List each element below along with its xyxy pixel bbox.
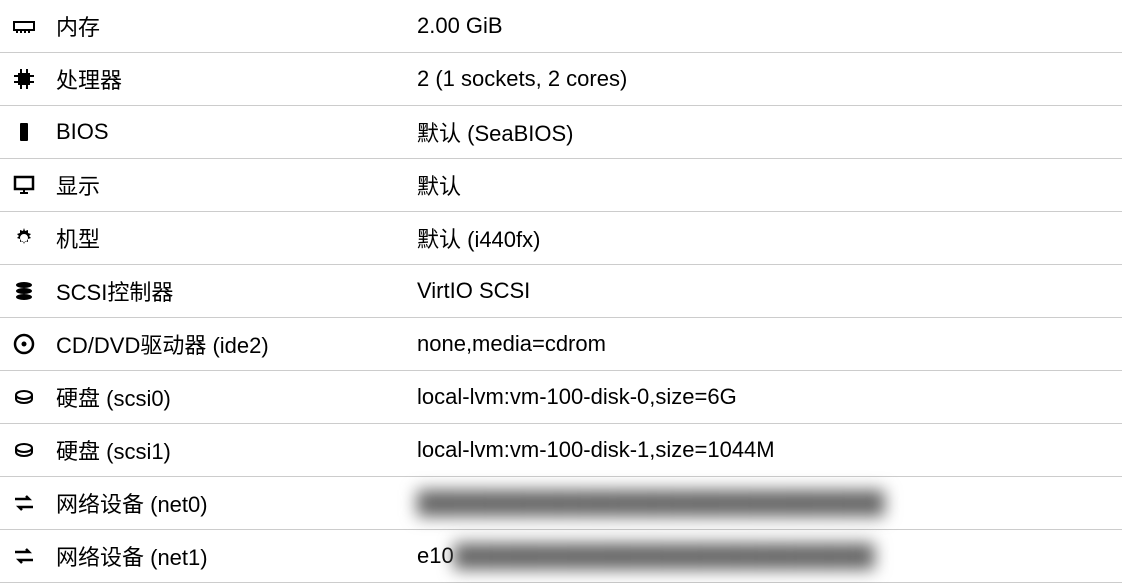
row-value: local-lvm:vm-100-disk-0,size=6G [417, 384, 1110, 410]
cpu-icon [12, 67, 52, 91]
bios-icon [12, 120, 52, 144]
table-row[interactable]: 显示 默认 [0, 159, 1122, 212]
scsi-icon [12, 279, 52, 303]
row-label: 网络设备 (net1) [52, 540, 417, 572]
row-label: SCSI控制器 [52, 275, 417, 307]
row-value: 2.00 GiB [417, 13, 1110, 39]
table-row[interactable]: SCSI控制器 VirtIO SCSI [0, 265, 1122, 318]
table-row[interactable]: BIOS 默认 (SeaBIOS) [0, 106, 1122, 159]
disk-icon [12, 385, 52, 409]
table-row[interactable]: 内存 2.00 GiB [0, 0, 1122, 53]
hardware-table: 内存 2.00 GiB 处理器 2 (1 sockets, 2 cores) B… [0, 0, 1122, 583]
row-value: 默认 (i440fx) [417, 222, 1110, 254]
table-row[interactable]: 机型 默认 (i440fx) [0, 212, 1122, 265]
table-row[interactable]: CD/DVD驱动器 (ide2) none,media=cdrom [0, 318, 1122, 371]
row-value: local-lvm:vm-100-disk-1,size=1044M [417, 437, 1110, 463]
row-value: 默认 (SeaBIOS) [417, 116, 1110, 148]
table-row[interactable]: 处理器 2 (1 sockets, 2 cores) [0, 53, 1122, 106]
row-label: 机型 [52, 222, 417, 254]
row-value: 默认 [417, 169, 1110, 201]
row-value: VirtIO SCSI [417, 278, 1110, 304]
row-label: 显示 [52, 169, 417, 201]
row-label: 处理器 [52, 63, 417, 95]
network-icon [12, 544, 52, 568]
memory-icon [12, 14, 52, 38]
row-label: 硬盘 (scsi0) [52, 381, 417, 413]
row-label: 网络设备 (net0) [52, 487, 417, 519]
row-value: ██████████████████████████████ [417, 490, 1110, 516]
row-value: e10███████████████████████████ [417, 543, 1110, 569]
table-row[interactable]: 网络设备 (net1) e10█████████████████████████… [0, 530, 1122, 583]
row-label: BIOS [52, 119, 417, 145]
row-value: 2 (1 sockets, 2 cores) [417, 66, 1110, 92]
machine-icon [12, 226, 52, 250]
table-row[interactable]: 硬盘 (scsi1) local-lvm:vm-100-disk-1,size=… [0, 424, 1122, 477]
table-row[interactable]: 网络设备 (net0) ████████████████████████████… [0, 477, 1122, 530]
network-icon [12, 491, 52, 515]
disk-icon [12, 438, 52, 462]
row-label: 硬盘 (scsi1) [52, 434, 417, 466]
display-icon [12, 173, 52, 197]
table-row[interactable]: 硬盘 (scsi0) local-lvm:vm-100-disk-0,size=… [0, 371, 1122, 424]
cdrom-icon [12, 332, 52, 356]
row-value: none,media=cdrom [417, 331, 1110, 357]
row-label: CD/DVD驱动器 (ide2) [52, 328, 417, 360]
row-label: 内存 [52, 10, 417, 42]
